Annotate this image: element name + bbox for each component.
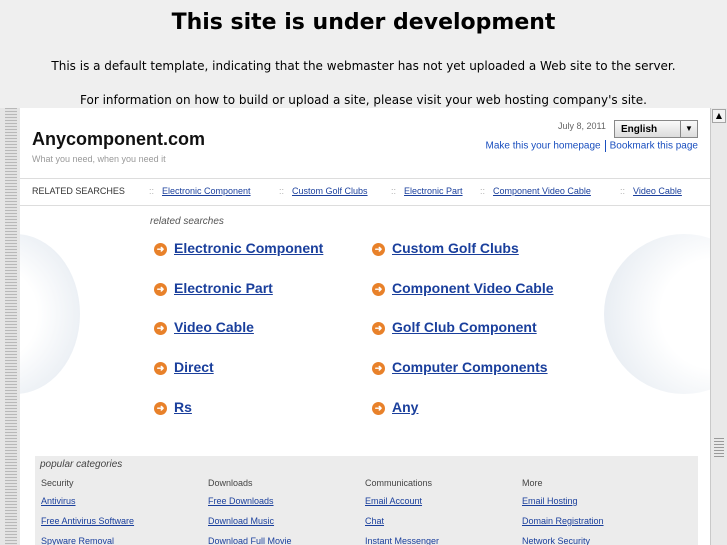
separator: :: [279,186,285,196]
related-link[interactable]: ➜ Computer Components [372,359,548,375]
popular-categories: popular categories Security Antivirus Fr… [35,456,698,545]
notice-line-1: This is a default template, indicating t… [51,59,676,73]
language-value: English [621,124,658,135]
related-searches-bar: RELATED SEARCHES :: Electronic Component … [20,178,710,206]
site-logo[interactable]: Anycomponent.com [32,129,205,150]
related-link[interactable]: ➜ Rs [154,399,192,415]
left-border [0,108,20,545]
related-bar-item[interactable]: Electronic Component [162,186,251,196]
arrow-right-icon: ➜ [154,362,167,375]
decorative-glow-left [20,234,80,394]
arrow-right-icon: ➜ [154,322,167,335]
category-link[interactable]: Spyware Removal [41,536,134,545]
related-link[interactable]: ➜ Golf Club Component [372,319,537,335]
bookmark-link[interactable]: Bookmark this page [610,141,698,152]
related-bar-item[interactable]: Custom Golf Clubs [292,186,368,196]
related-link[interactable]: ➜ Any [372,399,418,415]
separator: :: [620,186,626,196]
arrow-right-icon: ➜ [372,402,385,415]
category-link[interactable]: Download Full Movie [208,536,292,545]
arrow-right-icon: ➜ [372,283,385,296]
related-link[interactable]: ➜ Direct [154,359,214,375]
top-links: Make this your homepage Bookmark this pag… [486,140,698,152]
notice-title: This site is under development [171,10,556,35]
category-heading: Communications [365,478,433,488]
category-link[interactable]: Antivirus [41,496,134,516]
category-link[interactable]: Instant Messenger [365,536,439,545]
related-link[interactable]: ➜ Electronic Component [154,240,323,256]
arrow-right-icon: ➜ [372,362,385,375]
language-select[interactable]: English ▼ [614,120,698,138]
arrow-right-icon: ➜ [154,283,167,296]
category-column: Communications Email Account Chat Instan… [365,478,439,545]
separator: :: [480,186,486,196]
popular-title: popular categories [40,459,123,470]
decorative-glow-right [604,234,710,394]
category-column: More Email Hosting Domain Registration N… [522,478,604,545]
arrow-right-icon: ➜ [372,243,385,256]
border-stripe [5,108,17,545]
category-column: Security Antivirus Free Antivirus Softwa… [41,478,134,545]
category-heading: Downloads [208,478,253,488]
category-link[interactable]: Chat [365,516,439,536]
vertical-scrollbar[interactable]: ▲ [710,108,727,545]
related-bar-item[interactable]: Electronic Part [404,186,463,196]
category-link[interactable]: Email Account [365,496,439,516]
category-link[interactable]: Free Antivirus Software [41,516,134,536]
scroll-grip[interactable] [714,438,724,458]
category-link[interactable]: Free Downloads [208,496,292,516]
notice-line-2: For information on how to build or uploa… [80,93,647,107]
category-link[interactable]: Email Hosting [522,496,604,516]
arrow-right-icon: ➜ [372,322,385,335]
make-homepage-link[interactable]: Make this your homepage [486,141,601,152]
category-link[interactable]: Domain Registration [522,516,604,536]
category-link[interactable]: Network Security [522,536,604,545]
date-label: July 8, 2011 [558,121,606,131]
related-bar-item[interactable]: Video Cable [633,186,682,196]
category-heading: More [522,478,543,488]
related-link[interactable]: ➜ Component Video Cable [372,280,554,296]
link-divider [604,140,606,152]
site-tagline: What you need, when you need it [32,154,166,164]
related-bar-label: RELATED SEARCHES [32,186,125,196]
chevron-down-icon[interactable]: ▼ [680,121,697,137]
related-link[interactable]: ➜ Electronic Part [154,280,273,296]
separator: :: [149,186,155,196]
scroll-up-arrow-icon[interactable]: ▲ [712,109,726,123]
related-searches-label: related searches [150,216,224,227]
dev-notice: This site is under development This is a… [0,0,727,108]
related-link[interactable]: ➜ Custom Golf Clubs [372,240,519,256]
parked-page-frame: Anycomponent.com What you need, when you… [20,108,710,545]
category-heading: Security [41,478,74,488]
separator: :: [391,186,397,196]
arrow-right-icon: ➜ [154,243,167,256]
category-column: Downloads Free Downloads Download Music … [208,478,292,545]
category-link[interactable]: Download Music [208,516,292,536]
related-bar-item[interactable]: Component Video Cable [493,186,591,196]
related-link[interactable]: ➜ Video Cable [154,319,254,335]
arrow-right-icon: ➜ [154,402,167,415]
